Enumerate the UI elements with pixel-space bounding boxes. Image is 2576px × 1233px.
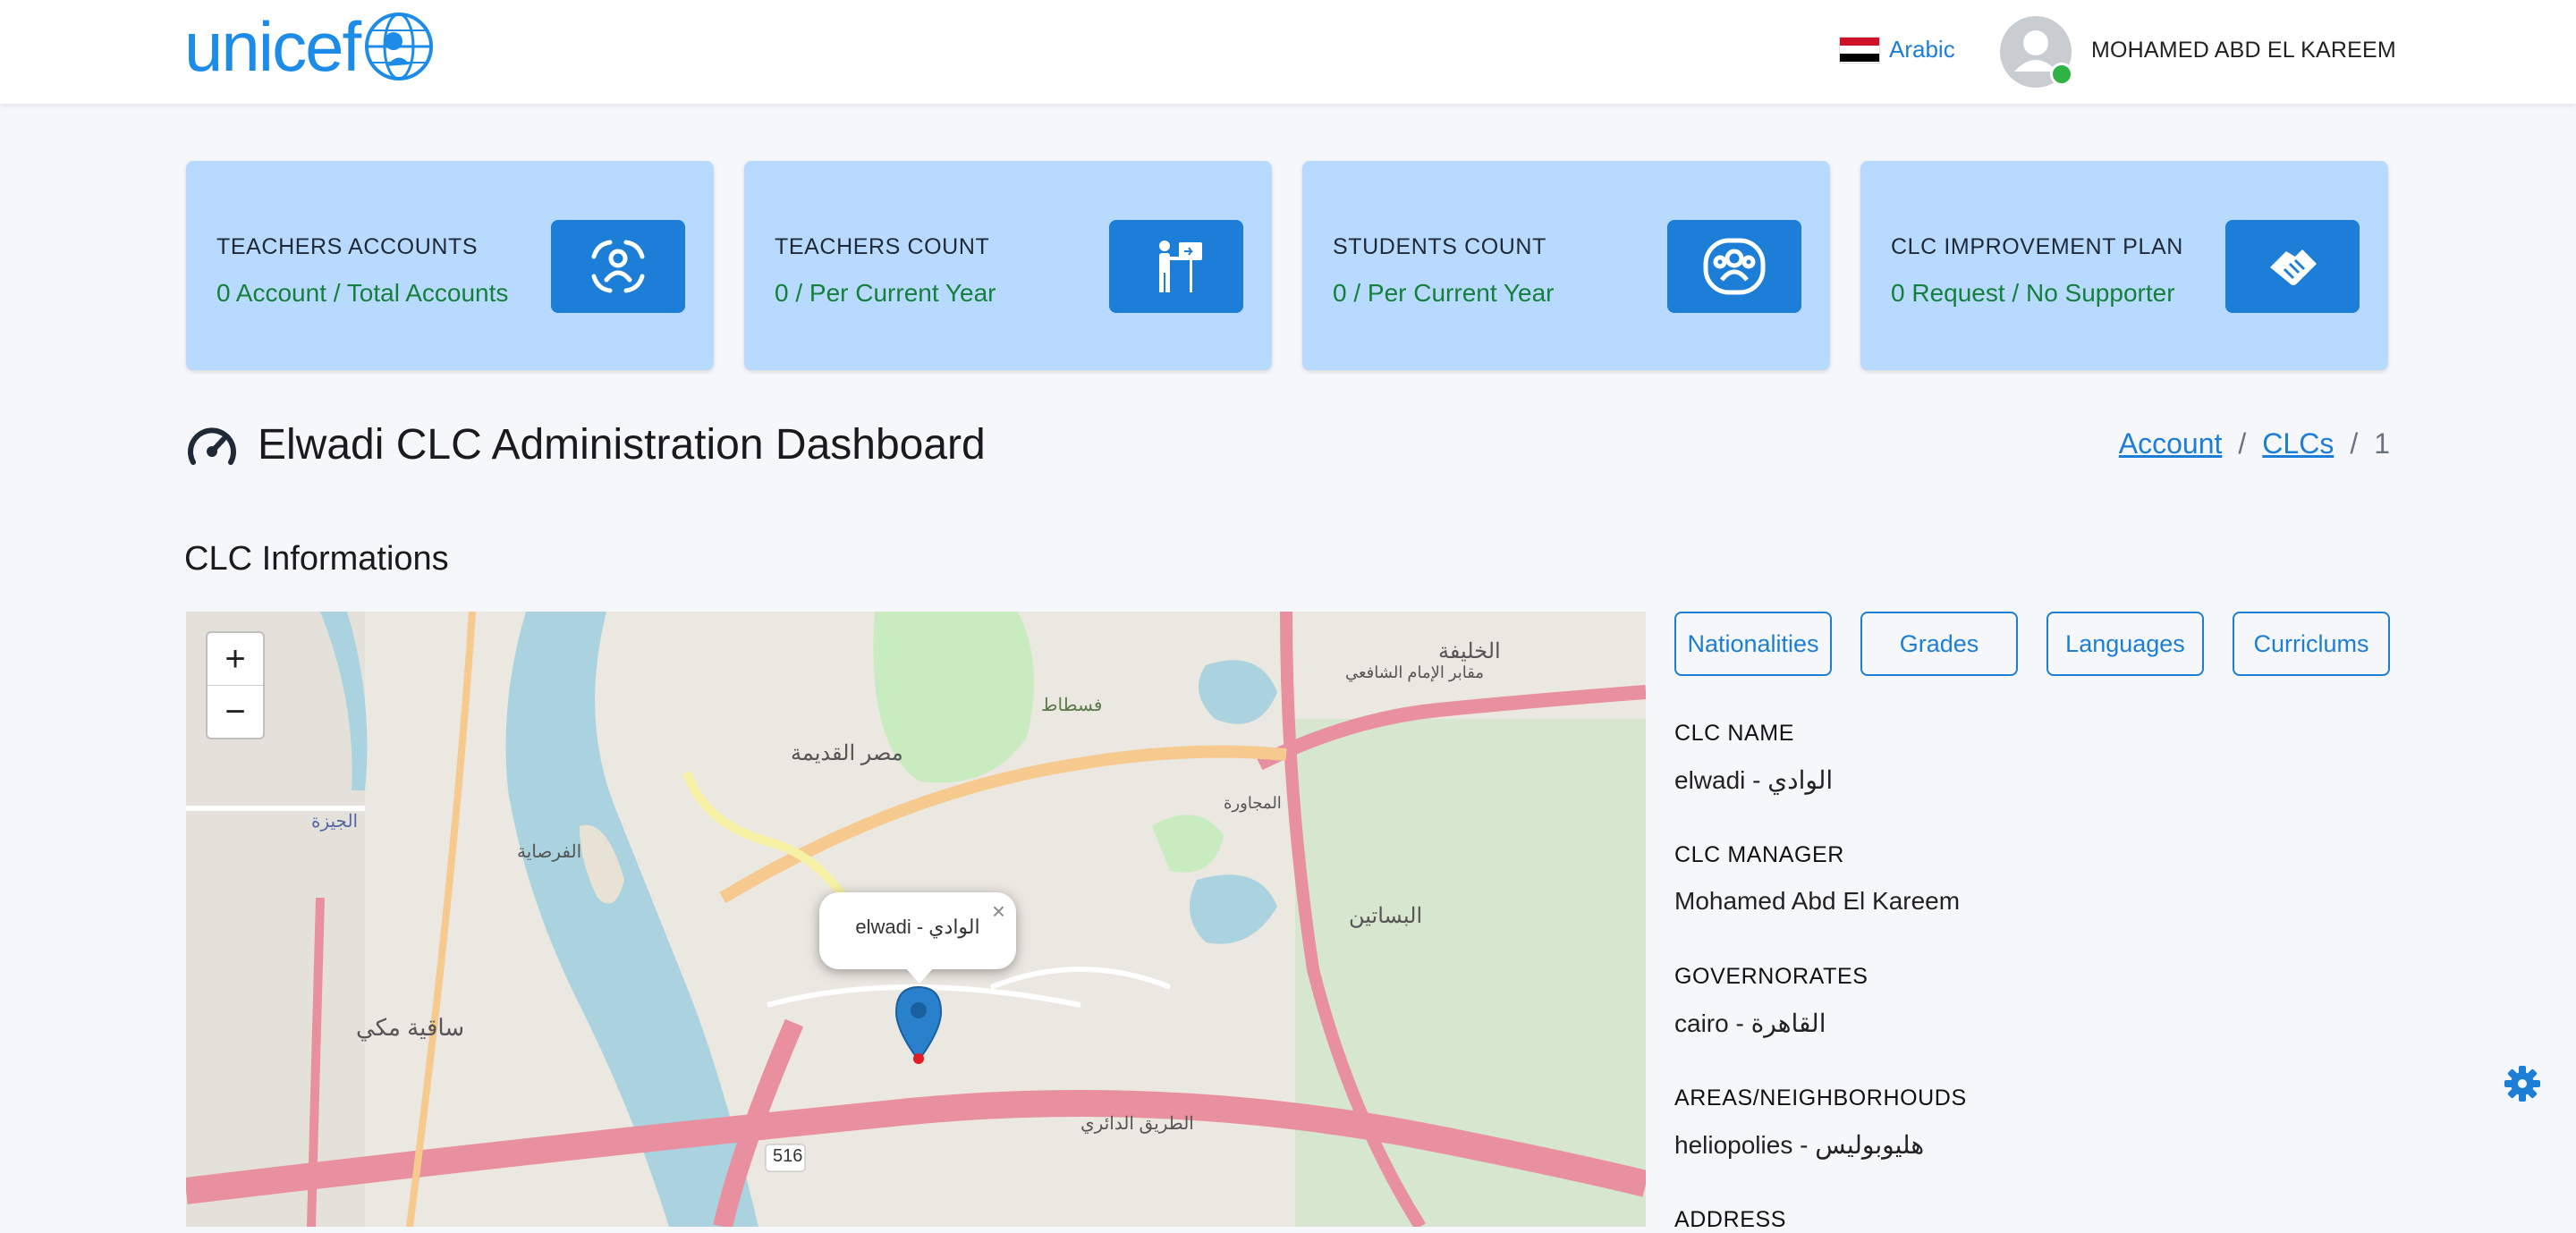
stat-title: CLC IMPROVEMENT PLAN — [1891, 234, 2183, 259]
map-label: الطريق الدائري — [1080, 1114, 1194, 1134]
stat-title: STUDENTS COUNT — [1333, 234, 1546, 259]
stat-card-teachers-count: TEACHERS COUNT 0 / Per Current Year — [744, 161, 1272, 370]
popup-tip — [905, 967, 934, 984]
stat-card-students-count: STUDENTS COUNT 0 / Per Current Year — [1302, 161, 1830, 370]
stat-icon-box — [1109, 220, 1243, 313]
map-label: الخليفة — [1438, 639, 1501, 663]
user-name[interactable]: MOHAMED ABD EL KAREEM — [2091, 38, 2396, 63]
breadcrumb-clcs-link[interactable]: CLCs — [2262, 427, 2334, 460]
map-label: المجاورة — [1224, 794, 1282, 812]
logo-wordmark: unicef — [184, 7, 361, 86]
stat-icon-box — [1667, 220, 1801, 313]
map-label: البساتين — [1349, 904, 1423, 928]
unicef-logo[interactable]: unicef — [184, 11, 435, 82]
breadcrumb-current: 1 — [2374, 427, 2390, 460]
stat-title: TEACHERS COUNT — [775, 234, 990, 259]
map-label: فسطاط — [1041, 696, 1103, 715]
page-title: Elwadi CLC Administration Dashboard — [184, 420, 986, 469]
info-label-address: ADDRESS — [1674, 1207, 1787, 1232]
online-status-dot — [2050, 63, 2073, 86]
tab-grades[interactable]: Grades — [1860, 612, 2018, 676]
zoom-out-button[interactable]: − — [208, 685, 263, 738]
map-label: الجيزة — [311, 812, 359, 832]
user-avatar[interactable] — [2000, 16, 2073, 88]
breadcrumb-separator: / — [2238, 427, 2247, 460]
info-label-clc-name: CLC NAME — [1674, 721, 1794, 746]
speedometer-icon — [188, 426, 236, 465]
stat-value: 0 Account / Total Accounts — [216, 279, 509, 307]
popup-text: elwadi - الوادي — [855, 916, 980, 938]
stat-icon-box — [2225, 220, 2360, 313]
stat-card-improvement-plan: CLC IMPROVEMENT PLAN 0 Request / No Supp… — [1860, 161, 2388, 370]
language-switcher[interactable]: Arabic — [1839, 36, 1955, 63]
zoom-in-button[interactable]: + — [208, 633, 263, 685]
user-scan-icon — [591, 240, 645, 293]
unicef-emblem-icon — [365, 13, 434, 80]
map-label: مقابر الإمام الشافعي — [1345, 663, 1485, 681]
page-heading: Elwadi CLC Administration Dashboard — [258, 421, 986, 469]
info-value-governorates: cairo - القاهرة — [1674, 1009, 1826, 1037]
breadcrumb-account-link[interactable]: Account — [2119, 427, 2223, 460]
info-value-clc-name: elwadi - الوادي — [1674, 766, 1834, 794]
stat-value: 0 / Per Current Year — [775, 279, 996, 307]
top-header: unicef Arabic MOHAMED ABD EL KAREEM — [0, 0, 2576, 104]
map-label: ساقية مكي — [356, 1014, 465, 1041]
language-label: Arabic — [1889, 36, 1955, 63]
stat-icon-box — [551, 220, 685, 313]
teacher-board-icon — [1159, 241, 1202, 292]
info-label-areas: AREAS/NEIGHBORHOUDS — [1674, 1085, 1967, 1111]
zoom-control: + − — [206, 631, 265, 739]
road-shield-label: 516 — [773, 1146, 803, 1166]
stat-card-teachers-accounts: TEACHERS ACCOUNTS 0 Account / Total Acco… — [186, 161, 714, 370]
handshake-icon — [2270, 249, 2317, 285]
map-popup: elwadi - الوادي × — [819, 892, 1016, 984]
info-label-clc-manager: CLC MANAGER — [1674, 842, 1844, 867]
map-label: مصر القديمة — [791, 741, 903, 765]
breadcrumb: Account / CLCs / 1 — [2119, 427, 2390, 460]
section-title: CLC Informations — [184, 540, 449, 578]
info-value-clc-manager: Mohamed Abd El Kareem — [1674, 887, 1961, 915]
map-label: الفرصاية — [517, 842, 582, 862]
tab-languages[interactable]: Languages — [2046, 612, 2204, 676]
info-value-areas: heliopolies - هليوبوليس — [1674, 1131, 1925, 1159]
breadcrumb-separator: / — [2350, 427, 2359, 460]
map-marker-icon[interactable] — [893, 985, 945, 1066]
stat-value: 0 / Per Current Year — [1333, 279, 1555, 307]
tab-nationalities[interactable]: Nationalities — [1674, 612, 1832, 676]
popup-close-button[interactable]: × — [992, 898, 1005, 925]
users-group-icon — [1703, 238, 1766, 295]
egypt-flag-icon — [1839, 36, 1880, 63]
clc-location-map[interactable]: فسطاط مصر القديمة الجيزة الفرصاية ساقية … — [186, 612, 1646, 1227]
stat-title: TEACHERS ACCOUNTS — [216, 234, 479, 259]
gear-icon[interactable] — [2503, 1064, 2542, 1103]
stat-value: 0 Request / No Supporter — [1891, 279, 2175, 307]
tab-curriclums[interactable]: Curriclums — [2233, 612, 2390, 676]
info-label-governorates: GOVERNORATES — [1674, 964, 1868, 989]
